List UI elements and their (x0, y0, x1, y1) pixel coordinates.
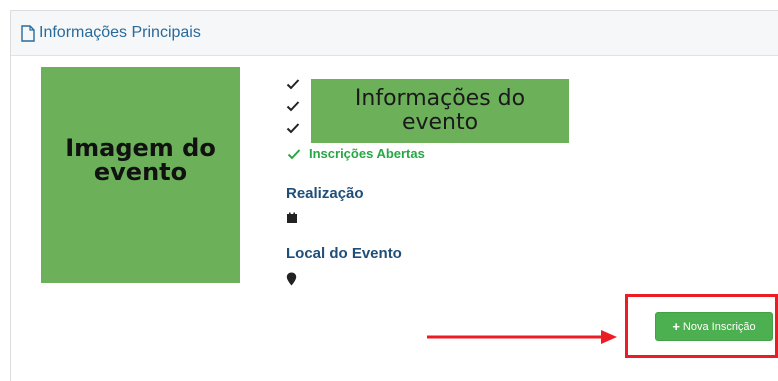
local-label: Local do Evento (286, 245, 402, 262)
check-icon (286, 123, 300, 134)
check-icon (287, 148, 301, 159)
event-info-placeholder: Informações do evento (311, 79, 569, 143)
new-registration-button[interactable]: + Nova Inscrição (655, 312, 773, 341)
status-text: Inscrições Abertas (309, 146, 425, 161)
event-image-placeholder: Imagem do evento (41, 67, 240, 283)
check-icon (286, 79, 300, 90)
panel-heading: Informações Principais (11, 11, 778, 56)
plus-icon: + (672, 319, 680, 334)
panel-title: Informações Principais (39, 24, 201, 41)
map-marker-icon (286, 272, 297, 286)
realizacao-label: Realização (286, 185, 364, 202)
calendar-icon (287, 212, 297, 223)
pointer-arrow-icon (427, 330, 617, 344)
new-registration-label: Nova Inscrição (682, 320, 756, 333)
top-strip (0, 0, 778, 10)
event-image-text: Imagem do evento (65, 134, 216, 186)
registration-status: Inscrições Abertas (287, 146, 425, 161)
document-icon (21, 24, 35, 42)
check-icon (286, 101, 300, 112)
event-info-text: Informações do evento (354, 86, 526, 135)
